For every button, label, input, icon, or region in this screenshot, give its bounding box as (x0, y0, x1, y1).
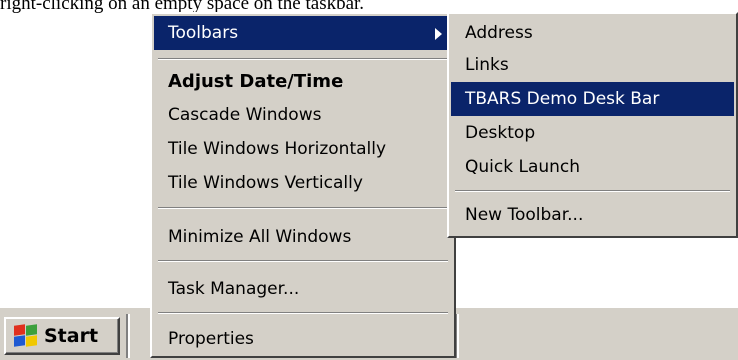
submenu-item-new-toolbar[interactable]: New Toolbar... (451, 198, 734, 232)
menu-item-task-manager[interactable]: Task Manager... (154, 272, 452, 306)
start-label: Start (44, 325, 99, 347)
menu-separator (158, 312, 448, 314)
submenu-item-links[interactable]: Links (451, 48, 734, 82)
windows-logo-icon (12, 323, 40, 349)
submenu-item-address[interactable]: Address (451, 16, 734, 50)
taskbar-separator (126, 314, 130, 358)
menu-separator (158, 260, 448, 262)
menu-separator (158, 58, 448, 60)
menu-item-adjust-date-time[interactable]: Adjust Date/Time (154, 65, 452, 99)
submenu-item-tbars-demo-desk-bar[interactable]: TBARS Demo Desk Bar (451, 82, 734, 116)
submenu-arrow-icon (435, 28, 442, 40)
menu-separator (158, 207, 448, 209)
menu-item-cascade-windows[interactable]: Cascade Windows (154, 98, 452, 132)
menu-item-label: Toolbars (168, 23, 239, 43)
submenu-item-quick-launch[interactable]: Quick Launch (451, 150, 734, 184)
menu-item-tile-vertically[interactable]: Tile Windows Vertically (154, 166, 452, 200)
menu-separator (455, 190, 730, 192)
menu-item-properties[interactable]: Properties (154, 322, 452, 356)
menu-item-toolbars[interactable]: Toolbars (154, 16, 452, 50)
toolbars-submenu: Address Links TBARS Demo Desk Bar Deskto… (447, 12, 738, 238)
menu-item-minimize-all[interactable]: Minimize All Windows (154, 220, 452, 254)
menu-item-tile-horizontally[interactable]: Tile Windows Horizontally (154, 132, 452, 166)
submenu-item-desktop[interactable]: Desktop (451, 116, 734, 150)
start-button[interactable]: Start (4, 317, 120, 355)
taskbar-context-menu: Toolbars Adjust Date/Time Cascade Window… (150, 12, 456, 358)
